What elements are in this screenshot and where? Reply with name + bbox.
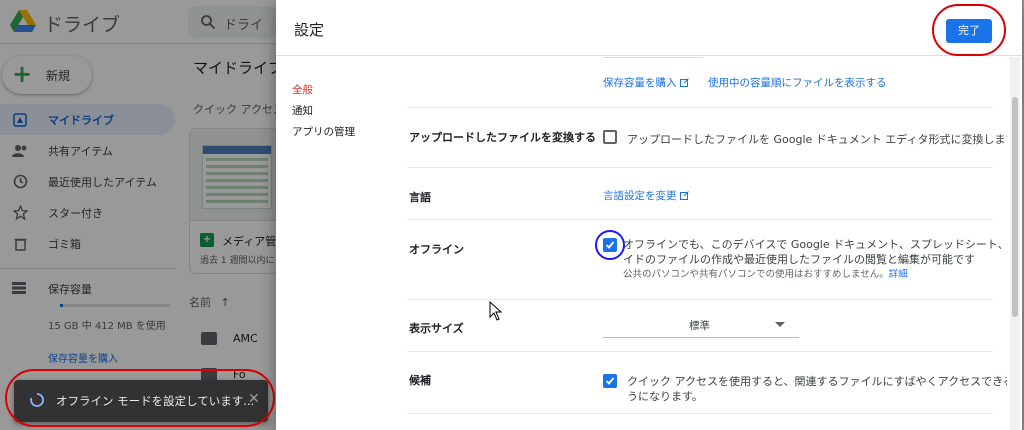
suggestions-checkbox[interactable]	[603, 374, 617, 388]
suggestions-text-line1: クイック アクセスを使用すると、関連するファイルにすばやくアクセスできるよ	[627, 375, 1007, 388]
highlight-circle-done	[932, 4, 1006, 56]
tab-notifications[interactable]: 通知	[292, 101, 392, 122]
language-label: 言語	[409, 191, 431, 204]
offline-text-line2: イドのファイルの作成や最近使用したファイルの閲覧と編集が可能です	[623, 253, 975, 266]
details-link[interactable]: 詳細	[889, 269, 908, 280]
suggestions-label: 候補	[409, 374, 431, 387]
convert-checkbox[interactable]	[603, 130, 617, 144]
view-files-by-size-link[interactable]: 使用中の容量順にファイルを表示する	[708, 77, 887, 89]
tab-general[interactable]: 全般	[292, 80, 392, 101]
scrollbar-thumb[interactable]	[1012, 97, 1018, 317]
mouse-cursor-icon	[489, 301, 503, 321]
open-in-new-icon	[679, 191, 689, 200]
dialog-title: 設定	[294, 21, 325, 39]
language-row: 言語 言語設定を変更	[407, 168, 993, 220]
dropdown-arrow-icon	[775, 322, 785, 327]
convert-row: アップロードしたファイルを変換する アップロードしたファイルを Google ド…	[407, 108, 1007, 168]
buy-storage-link[interactable]: 保存容量を購入	[603, 77, 689, 89]
suggestions-text-line2: うになります。	[627, 390, 703, 403]
checkmark-icon	[605, 377, 615, 385]
offline-row: オフライン オフラインでも、このデバイスで Google ドキュメント、スプレッ…	[407, 220, 1007, 300]
storage-row: 保存容量を購入 使用中の容量順にファイルを表示する	[407, 57, 993, 108]
highlight-circle-offline	[595, 230, 625, 260]
tab-manage-apps[interactable]: アプリの管理	[292, 122, 392, 143]
offline-label: オフライン	[409, 243, 464, 256]
settings-nav: 全般 通知 アプリの管理	[292, 80, 392, 143]
density-value: 標準	[689, 320, 710, 332]
offline-note: 公共のパソコンや共有パソコンでの使用はおすすめしません。	[623, 269, 889, 280]
dialog-header: 設定 完了	[276, 0, 1022, 56]
settings-content: 保存容量を購入 使用中の容量順にファイルを表示する アップロードしたファイルを変…	[397, 57, 1007, 430]
open-in-new-icon	[679, 78, 689, 87]
offline-text-line1: オフラインでも、このデバイスで Google ドキュメント、スプレッドシート、ス…	[623, 238, 1007, 251]
convert-text: アップロードしたファイルを Google ドキュメント エディタ形式に変換します	[627, 133, 1007, 146]
density-select[interactable]: 標準	[603, 312, 799, 338]
convert-label: アップロードしたファイルを変換する	[409, 131, 596, 144]
density-label: 表示サイズ	[409, 322, 464, 335]
change-language-link[interactable]: 言語設定を変更	[603, 190, 689, 202]
dialog-scrollbar[interactable]	[1010, 57, 1020, 430]
settings-dialog: 設定 完了 全般 通知 アプリの管理 保存容量を購入 使用中の容量順にファイルを…	[276, 0, 1022, 430]
suggestions-row: 候補 クイック アクセスを使用すると、関連するファイルにすばやくアクセスできるよ…	[407, 352, 1007, 414]
highlight-circle-toast	[5, 369, 275, 427]
